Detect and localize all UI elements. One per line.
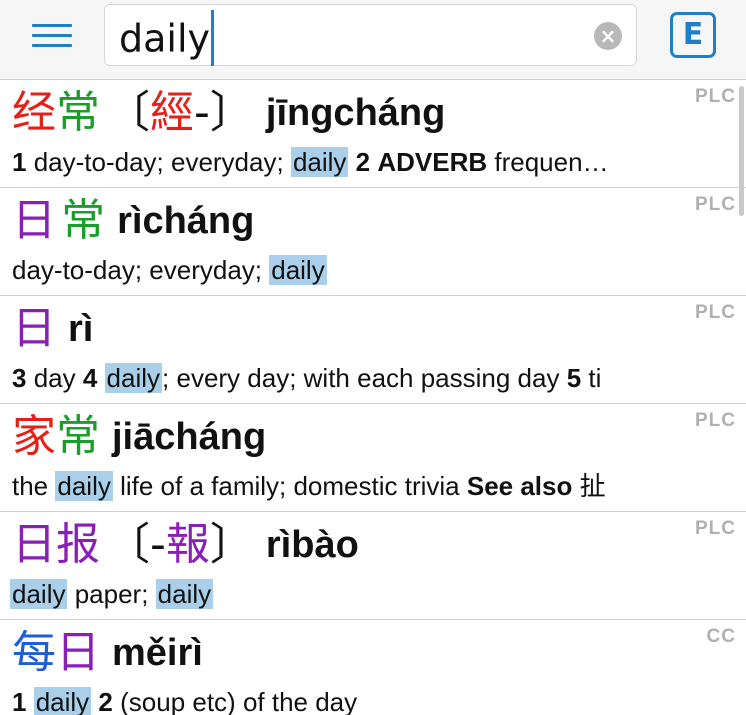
match-highlight: daily <box>290 147 349 177</box>
headword: 每日 měirì <box>12 624 203 682</box>
match-highlight: daily <box>155 579 214 609</box>
definition: the daily life of a family; domestic tri… <box>12 471 606 501</box>
match-highlight: daily <box>55 471 113 501</box>
see-also-link[interactable]: 扯 <box>572 471 606 501</box>
search-query-text: daily <box>119 16 211 61</box>
headword-char: 家 <box>12 411 56 462</box>
headword-char: 日 <box>56 627 100 678</box>
headword-char: 报 <box>56 519 100 570</box>
source-badge: PLC <box>695 302 736 323</box>
match-highlight: daily <box>104 363 163 393</box>
pinyin: jiācháng <box>112 416 267 458</box>
hamburger-menu-icon[interactable] <box>30 20 74 52</box>
match-highlight: daily <box>10 579 68 609</box>
text-cursor <box>211 10 215 66</box>
traditional-form: 〔-報〕 <box>106 519 254 570</box>
scrollbar[interactable] <box>739 86 744 216</box>
headword: 经常 〔經-〕 jīngcháng <box>12 84 445 142</box>
search-input[interactable]: daily <box>119 10 215 66</box>
headword: 日报 〔-報〕 rìbào <box>12 516 359 574</box>
result-item-jingchang[interactable]: 经常 〔經-〕 jīngcháng PLC 1 day-to-day; everyd… <box>0 80 746 188</box>
clear-search-icon[interactable]: × <box>594 22 622 50</box>
pinyin: měirì <box>112 632 203 674</box>
pinyin: jīngcháng <box>265 92 446 134</box>
definition: daily paper; daily <box>10 579 214 609</box>
search-field[interactable]: daily × <box>104 4 637 66</box>
headword: 家常 jiācháng <box>12 408 266 466</box>
result-item-ribao[interactable]: 日报 〔-報〕 rìbào PLC daily paper; daily <box>0 512 746 620</box>
headword-char: 常 <box>56 87 100 138</box>
headword-char: 日 <box>12 519 56 570</box>
headword-char: 日 <box>12 195 56 246</box>
pinyin: rì <box>68 308 94 350</box>
headword-char: 每 <box>12 627 56 678</box>
result-item-meiri[interactable]: 每日 měirì CC 1 daily 2 (soup etc) of the d… <box>0 620 746 715</box>
source-badge: PLC <box>695 86 736 107</box>
english-mode-button[interactable]: E <box>670 12 716 58</box>
traditional-form: 〔經-〕 <box>106 87 254 138</box>
top-bar: daily × E <box>0 0 746 80</box>
source-badge: PLC <box>695 518 736 539</box>
match-highlight: daily <box>33 687 92 715</box>
definition: 3 day 4 daily; every day; with each pass… <box>12 363 602 393</box>
source-badge: PLC <box>695 194 736 215</box>
result-item-ri[interactable]: 日 rì PLC 3 day 4 daily; every day; with e… <box>0 296 746 404</box>
headword-char: 经 <box>12 87 56 138</box>
headword: 日 rì <box>12 300 93 358</box>
headword-char: 常 <box>56 411 100 462</box>
headword-char: 常 <box>61 195 106 246</box>
result-item-richang[interactable]: 日 常 rìcháng PLC day-to-day; everyday; dai… <box>0 188 746 296</box>
pinyin: rìbào <box>265 524 359 566</box>
result-item-jiachang[interactable]: 家常 jiācháng PLC the daily life of a famil… <box>0 404 746 512</box>
match-highlight: daily <box>269 255 327 285</box>
results-list: 经常 〔經-〕 jīngcháng PLC 1 day-to-day; everyd… <box>0 80 746 715</box>
definition: day-to-day; everyday; daily <box>12 255 327 285</box>
source-badge: PLC <box>695 410 736 431</box>
see-also-label: See also <box>466 471 573 501</box>
source-badge: CC <box>706 626 736 647</box>
headword-char: 日 <box>12 303 56 354</box>
pinyin: rìcháng <box>117 200 255 242</box>
headword: 日 常 rìcháng <box>12 192 254 250</box>
definition: 1 daily 2 (soup etc) of the day <box>12 687 358 715</box>
definition: 1 day-to-day; everyday; daily 2 ADVERB f… <box>12 147 609 177</box>
